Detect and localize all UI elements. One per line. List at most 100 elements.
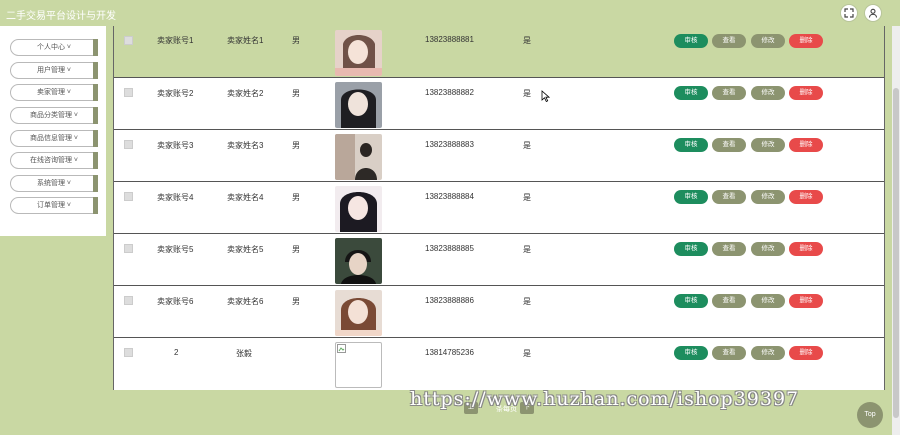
sidebar-item-seller-management[interactable]: 卖家管理 ˅: [10, 84, 98, 101]
view-button[interactable]: 查看: [712, 294, 746, 308]
audit-button[interactable]: 审核: [674, 34, 708, 48]
seller-name: 卖家姓名6: [227, 297, 264, 306]
sidebar-item-label: 商品分类管理 ˅: [29, 112, 79, 119]
scrollbar-thumb[interactable]: [893, 88, 899, 418]
view-button[interactable]: 查看: [712, 242, 746, 256]
seller-flag: 是: [523, 141, 531, 150]
row-checkbox[interactable]: [124, 244, 133, 253]
sidebar-item-consultation-management[interactable]: 在线咨询管理 ˅: [10, 152, 98, 169]
watermark-text: https://www.huzhan.com/ishop39397: [410, 388, 800, 410]
audit-button[interactable]: 审核: [674, 242, 708, 256]
seller-account: 卖家账号4: [157, 193, 194, 202]
table-row: 2 张毅 13814785236 是 审核 查看 修改 删除: [114, 338, 884, 390]
sidebar-item-system-management[interactable]: 系统管理 ˅: [10, 175, 98, 192]
seller-phone: 13823888881: [425, 35, 474, 44]
seller-phone: 13823888885: [425, 244, 474, 253]
seller-flag: 是: [523, 89, 531, 98]
sidebar-item-marker: [93, 84, 98, 101]
table-row: 卖家账号2 卖家姓名2 男 13823888882 是 审核 查看 修改 删除: [114, 78, 884, 130]
delete-button[interactable]: 删除: [789, 86, 823, 100]
edit-button[interactable]: 修改: [751, 346, 785, 360]
row-checkbox[interactable]: [124, 296, 133, 305]
seller-flag: 是: [523, 193, 531, 202]
seller-phone: 13814785236: [425, 348, 474, 357]
sidebar-item-label: 在线咨询管理 ˅: [29, 157, 79, 164]
audit-button[interactable]: 审核: [674, 138, 708, 152]
seller-name: 卖家姓名5: [227, 245, 264, 254]
sidebar-item-marker: [93, 152, 98, 169]
sidebar-item-category-management[interactable]: 商品分类管理 ˅: [10, 107, 98, 124]
table-row: 卖家账号4 卖家姓名4 男 13823888884 是 审核 查看 修改 删除: [114, 182, 884, 234]
seller-photo: [335, 134, 382, 180]
sidebar-item-product-management[interactable]: 商品信息管理 ˅: [10, 130, 98, 147]
row-checkbox[interactable]: [124, 140, 133, 149]
row-checkbox[interactable]: [124, 192, 133, 201]
delete-button[interactable]: 删除: [789, 294, 823, 308]
view-button[interactable]: 查看: [712, 138, 746, 152]
seller-name: 卖家姓名3: [227, 141, 264, 150]
delete-button[interactable]: 删除: [789, 34, 823, 48]
seller-account: 卖家账号6: [157, 297, 194, 306]
sidebar-item-marker: [93, 130, 98, 147]
audit-button[interactable]: 审核: [674, 86, 708, 100]
view-button[interactable]: 查看: [712, 190, 746, 204]
delete-button[interactable]: 删除: [789, 190, 823, 204]
sidebar-item-marker: [93, 62, 98, 79]
seller-account: 卖家账号3: [157, 141, 194, 150]
sidebar-background: [0, 236, 106, 435]
row-checkbox[interactable]: [124, 348, 133, 357]
fullscreen-icon[interactable]: [840, 4, 858, 22]
table-row: 卖家账号3 卖家姓名3 男 13823888883 是 审核 查看 修改 删除: [114, 130, 884, 182]
row-checkbox[interactable]: [124, 36, 133, 45]
view-button[interactable]: 查看: [712, 86, 746, 100]
seller-account: 卖家账号5: [157, 245, 194, 254]
seller-photo: [335, 30, 382, 76]
seller-photo: [335, 290, 382, 336]
vertical-scrollbar[interactable]: [892, 26, 900, 435]
seller-name: 卖家姓名1: [227, 36, 264, 45]
seller-phone: 13823888883: [425, 140, 474, 149]
delete-button[interactable]: 删除: [789, 346, 823, 360]
seller-phone: 13823888884: [425, 192, 474, 201]
sidebar: 个人中心 ˅ 用户管理 ˅ 卖家管理 ˅ 商品分类管理 ˅ 商品信息管理 ˅ 在…: [0, 26, 106, 435]
sidebar-item-marker: [93, 197, 98, 214]
seller-flag: 是: [523, 245, 531, 254]
app-title: 二手交易平台设计与开发: [6, 11, 116, 22]
sidebar-item-label: 卖家管理 ˅: [36, 89, 72, 96]
view-button[interactable]: 查看: [712, 346, 746, 360]
edit-button[interactable]: 修改: [751, 34, 785, 48]
seller-name: 卖家姓名4: [227, 193, 264, 202]
seller-gender: 男: [292, 89, 300, 98]
seller-gender: 男: [292, 193, 300, 202]
edit-button[interactable]: 修改: [751, 294, 785, 308]
seller-phone: 13823888882: [425, 88, 474, 97]
view-button[interactable]: 查看: [712, 34, 746, 48]
sidebar-item-label: 用户管理 ˅: [36, 67, 72, 74]
user-icon[interactable]: [864, 4, 882, 22]
sidebar-item-personal-center[interactable]: 个人中心 ˅: [10, 39, 98, 56]
audit-button[interactable]: 审核: [674, 190, 708, 204]
row-checkbox[interactable]: [124, 88, 133, 97]
table-row: 卖家账号6 卖家姓名6 男 13823888886 是 审核 查看 修改 删除: [114, 286, 884, 338]
audit-button[interactable]: 审核: [674, 346, 708, 360]
delete-button[interactable]: 删除: [789, 242, 823, 256]
edit-button[interactable]: 修改: [751, 242, 785, 256]
back-to-top-button[interactable]: Top: [857, 402, 883, 428]
delete-button[interactable]: 删除: [789, 138, 823, 152]
seller-photo: [335, 82, 382, 128]
edit-button[interactable]: 修改: [751, 86, 785, 100]
sidebar-item-order-management[interactable]: 订单管理 ˅: [10, 197, 98, 214]
seller-phone: 13823888886: [425, 296, 474, 305]
seller-flag: 是: [523, 297, 531, 306]
seller-account: 卖家账号2: [157, 89, 194, 98]
seller-flag: 是: [523, 36, 531, 45]
audit-button[interactable]: 审核: [674, 294, 708, 308]
sidebar-item-user-management[interactable]: 用户管理 ˅: [10, 62, 98, 79]
edit-button[interactable]: 修改: [751, 190, 785, 204]
seller-table: 卖家账号1 卖家姓名1 男 13823888881 是 审核 查看 修改 删除 …: [113, 26, 885, 390]
top-bar: 二手交易平台设计与开发: [0, 0, 900, 26]
seller-gender: 男: [292, 297, 300, 306]
mouse-cursor-icon: [541, 90, 550, 102]
sidebar-item-marker: [93, 175, 98, 192]
edit-button[interactable]: 修改: [751, 138, 785, 152]
